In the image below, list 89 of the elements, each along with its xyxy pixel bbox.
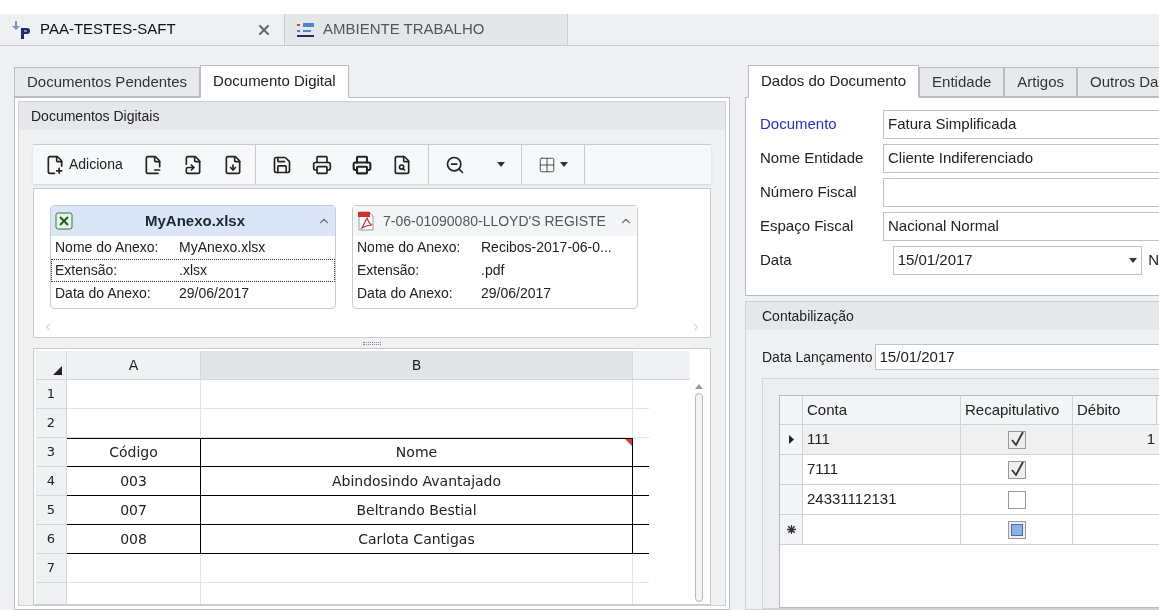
tab-label: AMBIENTE TRABALHO bbox=[323, 19, 485, 40]
attachment-title: MyAnexo.xlsx bbox=[143, 210, 246, 231]
asterisk-icon bbox=[786, 525, 796, 534]
column-header[interactable]: B bbox=[201, 351, 633, 379]
cell-text: 008 bbox=[120, 530, 147, 549]
zoom-out-icon bbox=[444, 154, 465, 175]
field-label: Nome do Anexo: bbox=[55, 238, 160, 257]
row-indicator[interactable] bbox=[780, 425, 803, 454]
checkbox[interactable] bbox=[1007, 460, 1026, 479]
attachment-card[interactable]: MyAnexo.xlsx Nome do Anexo: MyAnexo.xlsx Extensão: .xlsx Data do Anexo: 29/06/2017 bbox=[50, 205, 336, 309]
caret-icon bbox=[559, 162, 568, 167]
field-label: Data do Anexo: bbox=[357, 284, 454, 303]
field-value: 29/06/2017 bbox=[481, 284, 552, 303]
scroll-up-icon[interactable] bbox=[695, 384, 703, 389]
pdf-file-icon bbox=[357, 211, 375, 231]
row-header[interactable]: 1 bbox=[36, 380, 67, 409]
form-label: Espaço Fiscal bbox=[760, 216, 855, 237]
text-field[interactable]: Cliente Indiferenciado bbox=[882, 144, 1159, 173]
splitter-grip[interactable] bbox=[363, 341, 381, 345]
cell-text: Código bbox=[109, 443, 158, 462]
cell-text: Beltrando Bestial bbox=[356, 501, 477, 520]
field-label: Nome do Anexo: bbox=[357, 238, 462, 257]
document-tab[interactable]: AMBIENTE TRABALHO bbox=[284, 14, 568, 45]
current-row-icon bbox=[788, 435, 794, 444]
field-value: .xlsx bbox=[179, 261, 207, 280]
save-icon bbox=[271, 154, 292, 175]
row-header[interactable]: 3 bbox=[36, 438, 67, 467]
attachment-title: 7-06-01090080-LLOYD'S REGISTE bbox=[383, 211, 607, 231]
text-field[interactable]: Nacional Normal bbox=[882, 212, 1159, 241]
column-header[interactable]: Recapitulativo bbox=[961, 396, 1073, 424]
group-header: Documentos Digitais bbox=[19, 102, 725, 130]
list-icon bbox=[297, 21, 315, 38]
form-label: Data bbox=[760, 250, 793, 271]
checkbox[interactable] bbox=[1007, 520, 1026, 539]
form-label: Nome Entidade bbox=[760, 148, 865, 169]
field-label: Extensão: bbox=[55, 261, 119, 280]
printer-icon bbox=[351, 154, 372, 175]
row-header[interactable]: 2 bbox=[36, 409, 67, 438]
tab[interactable]: Artigos bbox=[1004, 67, 1077, 97]
table-cell-text: 1 bbox=[1145, 429, 1156, 450]
row-header[interactable]: 5 bbox=[36, 496, 67, 525]
date-field[interactable]: 15/01/2017 bbox=[874, 344, 1159, 370]
app-logo-icon bbox=[12, 20, 32, 39]
table-cell: 111 bbox=[803, 425, 961, 454]
row-header[interactable]: 7 bbox=[36, 554, 67, 583]
row-header[interactable]: 4 bbox=[36, 467, 67, 496]
file-plus-icon bbox=[45, 154, 65, 175]
comment-marker-icon bbox=[625, 439, 632, 446]
column-header[interactable]: Débito bbox=[1073, 396, 1157, 424]
caret-icon bbox=[1129, 258, 1138, 263]
field-label: Data do Anexo: bbox=[55, 284, 152, 303]
text-field[interactable] bbox=[882, 178, 1159, 207]
form-label: Número Fiscal bbox=[760, 182, 858, 203]
tab[interactable]: Documentos Pendentes bbox=[14, 67, 201, 97]
add-button[interactable]: Adiciona bbox=[41, 150, 127, 179]
text-field[interactable]: Fatura Simplificada bbox=[882, 110, 1159, 139]
field-label: Extensão: bbox=[357, 261, 421, 280]
field-value: Recibos-2017-06-0... bbox=[481, 238, 612, 257]
cell-text: 007 bbox=[120, 501, 147, 520]
attachment-card[interactable]: 7-06-01090080-LLOYD'S REGISTE Nome do Anexo: Recibos-2017-06-0... Extensão: .pdf Data do Anexo: 29/06/2017 bbox=[352, 205, 638, 309]
caret-icon bbox=[496, 162, 505, 167]
form-label: N bbox=[1148, 250, 1159, 271]
group-header: Contabilização bbox=[746, 302, 1159, 330]
column-header[interactable]: Conta bbox=[803, 396, 961, 424]
form-label: Data Lançamento bbox=[762, 347, 874, 367]
select-all-icon[interactable] bbox=[53, 366, 62, 375]
form-label: Documento bbox=[760, 114, 838, 135]
table-cell: 24331112131 bbox=[803, 485, 961, 514]
cell-text: Abindosindo Avantajado bbox=[331, 472, 502, 491]
table-cell: 7111 bbox=[803, 455, 961, 484]
cell-text: Carlota Cantigas bbox=[358, 530, 475, 549]
row-indicator[interactable] bbox=[780, 515, 803, 544]
cell-text: 003 bbox=[120, 472, 147, 491]
field-value: .pdf bbox=[481, 261, 505, 280]
tab[interactable]: Outros Da bbox=[1077, 67, 1159, 97]
field-value: 29/06/2017 bbox=[179, 284, 250, 303]
date-field[interactable]: 15/01/2017 bbox=[892, 246, 1143, 275]
grid-icon bbox=[537, 155, 556, 174]
cell-text: Nome bbox=[395, 443, 438, 462]
tab[interactable]: Documento Digital bbox=[200, 65, 349, 98]
field-value: MyAnexo.xlsx bbox=[179, 238, 266, 257]
checkbox[interactable] bbox=[1007, 490, 1026, 509]
printer-icon bbox=[311, 154, 332, 175]
tab[interactable]: Entidade bbox=[919, 67, 1005, 97]
row-header[interactable]: 6 bbox=[36, 525, 67, 554]
tab[interactable]: Dados do Documento bbox=[748, 65, 920, 98]
tab-label: PAA-TESTES-SAFT bbox=[40, 19, 176, 40]
spreadsheet-file-icon bbox=[55, 212, 73, 230]
checkbox[interactable] bbox=[1007, 430, 1026, 449]
